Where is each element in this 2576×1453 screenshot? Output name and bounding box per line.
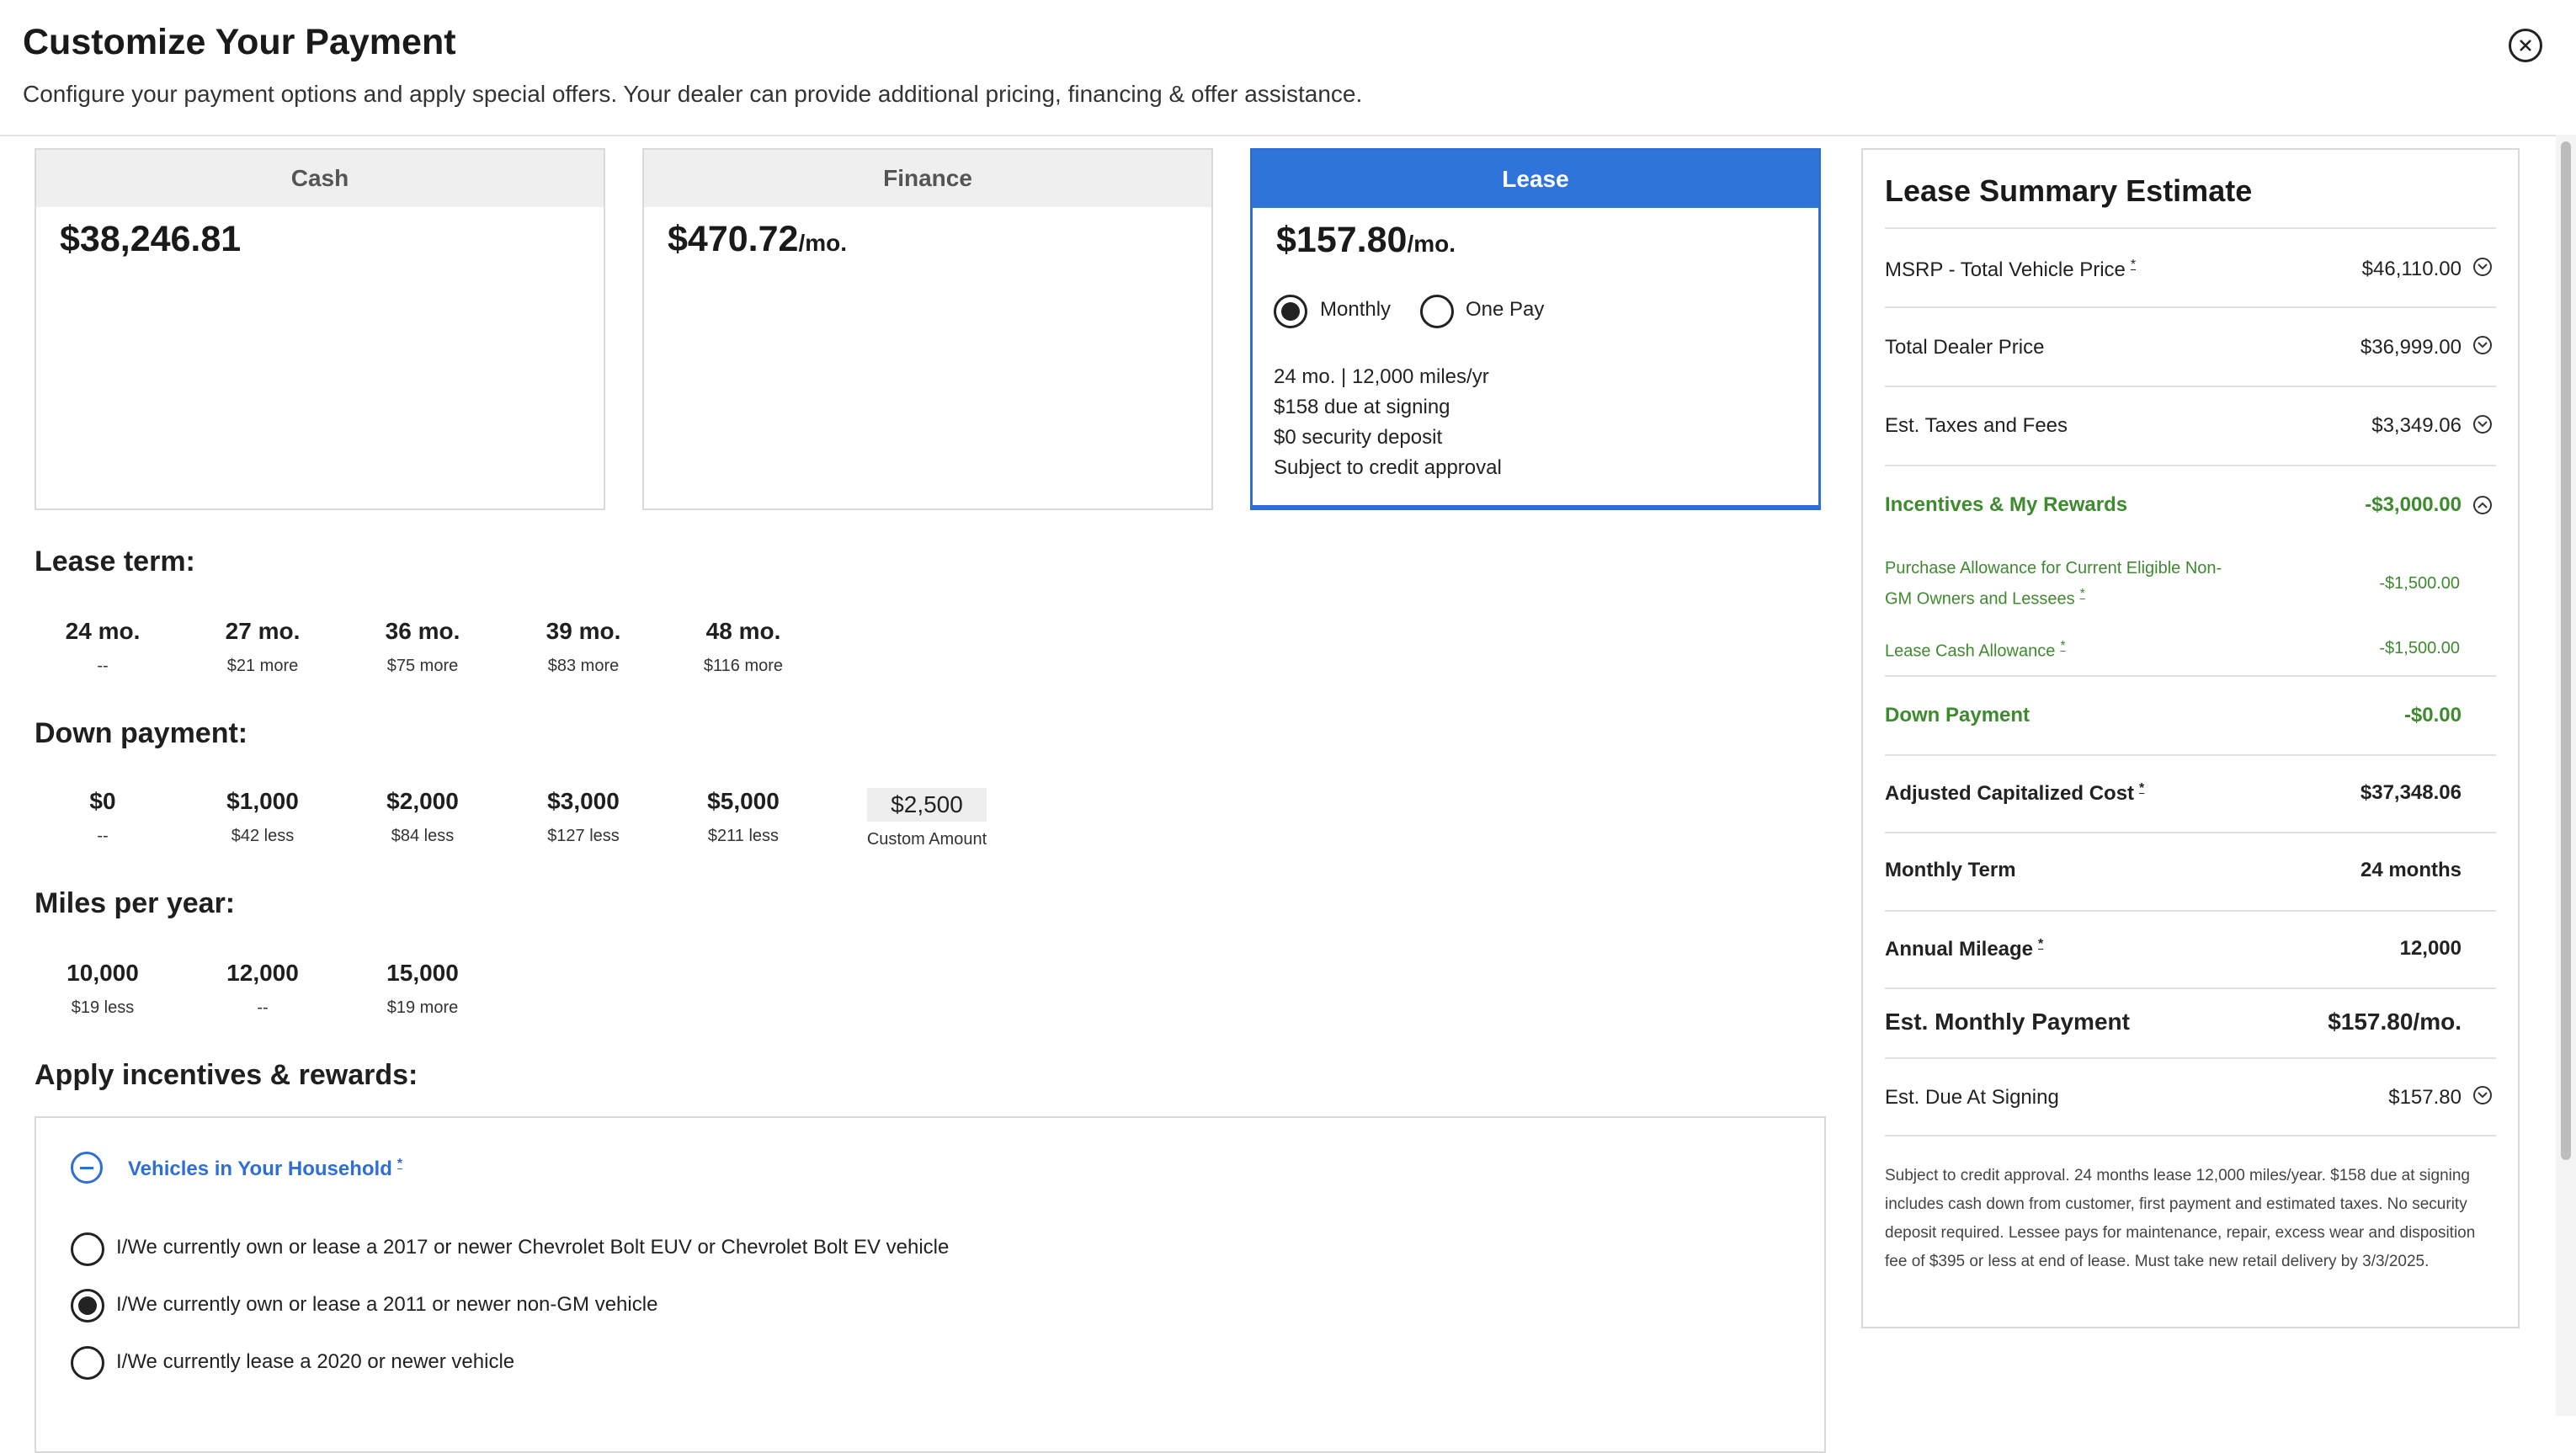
taxes-label: Est. Taxes and Fees	[1885, 414, 2068, 437]
scrollbar-thumb[interactable]	[2561, 141, 2571, 1160]
lease-cash-label: Lease Cash Allowance *	[1885, 639, 2066, 661]
down-payment-option[interactable]: $0 --	[27, 788, 178, 846]
down-payment-title: Down payment:	[35, 717, 248, 749]
down-payment-option[interactable]: $3,000 $127 less	[508, 788, 659, 846]
lease-term-option[interactable]: 36 mo. $75 more	[347, 618, 498, 676]
est-monthly-payment-value: $157.80/mo.	[2328, 1009, 2462, 1035]
lease-term-option[interactable]: 39 mo. $83 more	[508, 618, 659, 676]
incentive-label-lease-2020: I/We currently lease a 2020 or newer veh…	[116, 1350, 515, 1373]
incentive-label-bolt: I/We currently own or lease a 2017 or ne…	[116, 1236, 950, 1259]
purchase-allowance-label-2: GM Owners and Lessees *	[1885, 587, 2085, 609]
lease-tab-label: Lease	[1253, 151, 1818, 208]
lease-detail-term: 24 mo. | 12,000 miles/yr	[1274, 365, 1489, 388]
summary-divider	[1885, 832, 2496, 833]
miles-option[interactable]: 10,000 $19 less	[27, 960, 178, 1018]
chevron-up-icon[interactable]	[2473, 496, 2492, 514]
lease-detail-deposit: $0 security deposit	[1274, 426, 1443, 449]
lease-term-option[interactable]: 24 mo. --	[27, 618, 178, 676]
incentives-summary-value: -$3,000.00	[2365, 493, 2462, 516]
summary-divider	[1885, 1135, 2496, 1136]
lease-detail-credit: Subject to credit approval	[1274, 456, 1502, 479]
down-payment-option[interactable]: $5,000 $211 less	[668, 788, 819, 846]
lease-summary-panel	[1861, 148, 2520, 1328]
summary-divider	[1885, 227, 2496, 229]
lease-term-option[interactable]: 27 mo. $21 more	[187, 618, 338, 676]
one-pay-radio[interactable]	[1420, 295, 1454, 328]
household-toggle[interactable]: Vehicles in Your Household *	[128, 1157, 402, 1181]
monthly-radio[interactable]	[1274, 295, 1307, 328]
custom-amount-input[interactable]: $2,500	[867, 788, 987, 822]
cash-tab-label: Cash	[36, 150, 604, 207]
chevron-down-icon[interactable]	[2473, 258, 2492, 276]
adjusted-cap-cost-label: Adjusted Capitalized Cost *	[1885, 781, 2145, 805]
taxes-value: $3,349.06	[2371, 414, 2462, 437]
incentive-radio-bolt[interactable]	[71, 1232, 104, 1266]
chevron-down-icon[interactable]	[2473, 1086, 2492, 1104]
summary-divider	[1885, 1057, 2496, 1059]
miles-option[interactable]: 12,000 --	[187, 960, 338, 1018]
lease-term-title: Lease term:	[35, 546, 195, 577]
summary-title: Lease Summary Estimate	[1885, 173, 2253, 208]
annual-mileage-label: Annual Mileage *	[1885, 937, 2044, 961]
est-due-at-signing-value: $157.80	[2388, 1086, 2462, 1109]
summary-divider	[1885, 306, 2496, 308]
summary-divider	[1885, 675, 2496, 677]
monthly-radio-label: Monthly	[1320, 298, 1392, 321]
lease-cash-value: -$1,500.00	[2379, 639, 2460, 657]
one-pay-radio-label: One Pay	[1466, 298, 1545, 321]
est-due-at-signing-label: Est. Due At Signing	[1885, 1086, 2059, 1109]
cash-price: $38,246.81	[60, 219, 242, 259]
finance-price: $470.72/mo.	[668, 219, 847, 259]
lease-term-option[interactable]: 48 mo. $116 more	[668, 618, 819, 676]
lease-price: $157.80/mo.	[1276, 220, 1456, 260]
adjusted-cap-cost-value: $37,348.06	[2360, 781, 2462, 804]
down-payment-option[interactable]: $2,000 $84 less	[347, 788, 498, 846]
page-title: Customize Your Payment	[23, 22, 456, 62]
down-payment-option[interactable]: $1,000 $42 less	[187, 788, 338, 846]
monthly-term-label: Monthly Term	[1885, 859, 2016, 881]
miles-title: Miles per year:	[35, 887, 236, 919]
incentives-summary-label: Incentives & My Rewards	[1885, 493, 2128, 516]
cash-card[interactable]: Cash $38,246.81	[35, 148, 605, 510]
down-payment-summary-label: Down Payment	[1885, 704, 2030, 726]
incentive-radio-non-gm[interactable]	[71, 1289, 104, 1323]
monthly-term-value: 24 months	[2360, 859, 2462, 881]
lease-detail-due: $158 due at signing	[1274, 396, 1450, 418]
page-subtitle: Configure your payment options and apply…	[23, 81, 1363, 107]
msrp-label: MSRP - Total Vehicle Price *	[1885, 258, 2137, 281]
miles-option[interactable]: 15,000 $19 more	[347, 960, 498, 1018]
incentive-radio-lease-2020[interactable]	[71, 1346, 104, 1380]
custom-amount-label: Custom Amount	[866, 830, 987, 849]
lease-disclaimer: Subject to credit approval. 24 months le…	[1885, 1167, 2476, 1270]
finance-tab-label: Finance	[644, 150, 1211, 207]
summary-divider	[1885, 465, 2496, 466]
finance-card[interactable]: Finance $470.72/mo.	[642, 148, 1213, 510]
chevron-down-icon[interactable]	[2473, 336, 2492, 354]
down-payment-summary-value: -$0.00	[2403, 704, 2462, 726]
purchase-allowance-label-1: Purchase Allowance for Current Eligible …	[1885, 559, 2222, 577]
summary-divider	[1885, 987, 2496, 989]
summary-divider	[1885, 386, 2496, 387]
dealer-price-label: Total Dealer Price	[1885, 336, 2045, 359]
summary-divider	[1885, 910, 2496, 912]
msrp-value: $46,110.00	[2361, 258, 2462, 280]
incentive-label-non-gm: I/We currently own or lease a 2011 or ne…	[116, 1293, 658, 1316]
est-monthly-payment-label: Est. Monthly Payment	[1885, 1009, 2130, 1035]
purchase-allowance-value: -$1,500.00	[2379, 574, 2460, 593]
incentives-title: Apply incentives & rewards:	[35, 1059, 418, 1091]
dealer-price-value: $36,999.00	[2360, 336, 2462, 359]
chevron-down-icon[interactable]	[2473, 415, 2492, 434]
summary-divider	[1885, 754, 2496, 756]
minus-circle-icon[interactable]	[71, 1152, 103, 1184]
close-icon[interactable]	[2509, 29, 2542, 62]
header-divider	[0, 135, 2576, 136]
annual-mileage-value: 12,000	[2399, 937, 2462, 960]
